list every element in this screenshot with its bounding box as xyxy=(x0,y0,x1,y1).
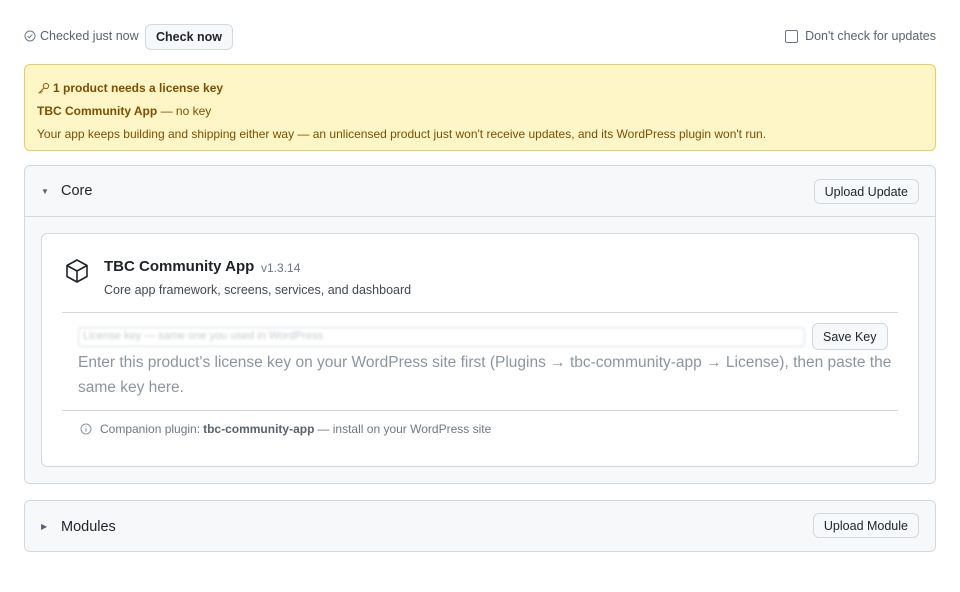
last-checked-text: Checked just now xyxy=(40,29,139,43)
dont-check-label: Don't check for updates xyxy=(805,29,936,43)
license-warning-product-row: TBC Community App — no key xyxy=(37,100,923,123)
license-warning-title-row: 1 product needs a license key xyxy=(37,77,923,100)
product-name: TBC Community App xyxy=(104,258,255,275)
upload-update-button[interactable]: Upload Update xyxy=(813,179,919,204)
license-key-hint: Enter this product's license key on your… xyxy=(78,354,892,396)
companion-suffix: — install on your WordPress site xyxy=(317,422,492,436)
core-section-title: Core xyxy=(61,183,93,199)
modules-section-title: Modules xyxy=(61,518,116,535)
product-card: TBC Community App v1.3.14 Core app frame… xyxy=(41,233,919,467)
license-key-input[interactable]: License key — same one you used in WordP… xyxy=(78,327,805,347)
card-divider xyxy=(62,312,898,313)
info-icon xyxy=(80,423,92,435)
license-warning-message: Your app keeps building and shipping eit… xyxy=(37,127,767,141)
save-key-button[interactable]: Save Key xyxy=(812,323,888,350)
companion-plugin-name: tbc-community-app xyxy=(203,422,315,436)
core-section-header[interactable]: ▼ Core Upload Update xyxy=(25,166,935,217)
last-checked-status: Checked just now xyxy=(24,29,139,43)
dont-check-updates-toggle[interactable]: Don't check for updates xyxy=(785,29,936,43)
check-now-button[interactable]: Check now xyxy=(145,24,233,50)
modules-section: ▶ Modules Upload Module xyxy=(24,500,936,552)
license-warning-product-status: — no key xyxy=(160,104,212,118)
upload-module-button[interactable]: Upload Module xyxy=(812,513,919,538)
key-icon xyxy=(38,82,50,94)
modules-section-header[interactable]: ▶ Modules Upload Module xyxy=(25,501,935,552)
license-warning-product-name: TBC Community App xyxy=(37,104,158,118)
check-circle-icon xyxy=(24,30,36,42)
license-warning-banner: 1 product needs a license key TBC Commun… xyxy=(24,64,936,151)
license-warning-title: 1 product needs a license key xyxy=(53,81,224,95)
core-section: ▼ Core Upload Update TBC Community App v… xyxy=(24,165,936,484)
chevron-right-icon[interactable]: ▶ xyxy=(41,522,61,531)
product-version: v1.3.14 xyxy=(261,261,301,275)
card-divider xyxy=(62,410,898,411)
chevron-down-icon[interactable]: ▼ xyxy=(41,187,61,196)
dont-check-checkbox[interactable] xyxy=(785,29,799,43)
companion-prefix: Companion plugin: xyxy=(100,422,201,436)
package-icon xyxy=(66,259,88,283)
companion-plugin-note: Companion plugin: tbc-community-app — in… xyxy=(80,422,491,436)
update-status-bar: Checked just now Check now Don't check f… xyxy=(24,24,936,50)
product-description: Core app framework, screens, services, a… xyxy=(104,283,412,297)
